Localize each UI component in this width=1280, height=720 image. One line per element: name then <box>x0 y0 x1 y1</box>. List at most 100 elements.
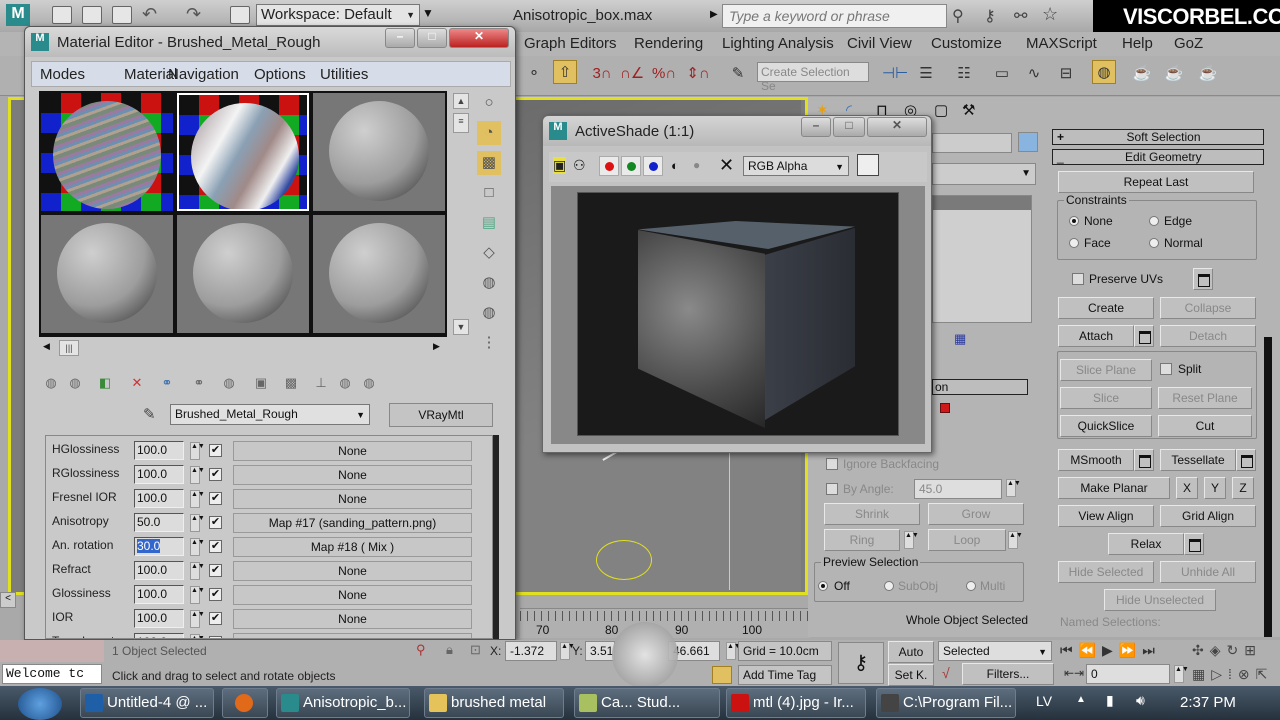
clear-icon[interactable]: ✕ <box>719 155 734 176</box>
save-file-icon[interactable] <box>112 6 132 24</box>
sample-type-sphere-icon[interactable]: ○ <box>477 91 501 115</box>
taskbar-item-vray[interactable]: C:\Program Fil... <box>876 688 1016 718</box>
sample-slot-1[interactable] <box>41 93 173 211</box>
selection-lock-icon[interactable]: 🔒︎ <box>446 642 453 658</box>
param-map-button[interactable]: None <box>233 609 472 629</box>
param-map-enable-checkbox[interactable]: ✔ <box>209 612 222 625</box>
object-color-swatch[interactable] <box>1018 132 1038 152</box>
slots-scroll-thumb[interactable]: ≡ <box>453 113 469 133</box>
isolate-selection-icon[interactable]: ⚲ <box>416 642 426 658</box>
slots-scroll-down-button[interactable]: ▼ <box>453 319 469 335</box>
render-production-icon[interactable]: ☕ <box>1196 62 1220 86</box>
parameters-scrollbar[interactable] <box>493 435 499 639</box>
undo-icon[interactable]: ↶ <box>142 4 157 25</box>
frame-spinner[interactable]: ▲▼ <box>1174 665 1189 683</box>
maximize-button[interactable]: □ <box>833 117 865 137</box>
param-value-input[interactable]: 100.0 <box>134 585 184 604</box>
param-value-input[interactable]: 50.0 <box>134 513 184 532</box>
minimize-button[interactable]: – <box>385 28 415 48</box>
alpha-channel-icon[interactable]: ● <box>693 158 700 172</box>
get-material-icon[interactable]: ◍ <box>41 373 61 393</box>
sample-slot-2-active[interactable] <box>177 93 309 211</box>
unhide-all-button[interactable]: Unhide All <box>1160 561 1256 583</box>
layer-manager-icon[interactable]: ☷ <box>952 62 976 86</box>
relax-settings-icon[interactable] <box>1184 533 1204 555</box>
slots-scroll-up-button[interactable]: ▲ <box>453 93 469 109</box>
set-key-button[interactable]: Set K. <box>888 664 934 686</box>
ring-button[interactable]: Ring <box>824 529 900 551</box>
snap-3d-icon[interactable]: 3∩ <box>590 62 614 86</box>
pick-material-eyedropper-icon[interactable]: ✎ <box>143 405 156 423</box>
param-map-enable-checkbox[interactable]: ✔ <box>209 444 222 457</box>
ignore-backfacing-checkbox[interactable] <box>826 458 838 470</box>
loop-spinner[interactable]: ▲▼ <box>1008 531 1023 549</box>
slots-hscroll-thumb[interactable]: ||| <box>59 340 79 356</box>
material-id-channel-icon[interactable]: ▣ <box>251 373 271 393</box>
param-map-button[interactable]: None <box>233 585 472 605</box>
maximize-button[interactable]: □ <box>417 28 447 48</box>
show-map-in-viewport-icon[interactable]: ▩ <box>281 373 301 393</box>
param-map-enable-checkbox[interactable]: ✔ <box>209 492 222 505</box>
menu-civil-view[interactable]: Civil View <box>847 35 912 52</box>
param-value-input[interactable]: 30.0 <box>134 537 184 556</box>
menu-options[interactable]: Options <box>254 66 306 83</box>
make-planar-z-button[interactable]: Z <box>1232 477 1254 499</box>
binoculars-icon[interactable]: ⚲ <box>952 6 964 26</box>
make-unique-icon[interactable]: ⚭ <box>189 373 209 393</box>
constraint-edge-radio[interactable] <box>1149 216 1159 226</box>
param-spinner[interactable]: ▲▼ <box>190 466 205 484</box>
mirror-icon[interactable]: ⊣⊢ <box>882 62 908 86</box>
render-setup-icon[interactable]: ☕ <box>1130 62 1154 86</box>
quickslice-button[interactable]: QuickSlice <box>1060 415 1152 437</box>
redo-icon[interactable]: ↷ <box>186 4 201 25</box>
playback-controls[interactable]: ⏮⏪▶⏩⏭ <box>1060 642 1161 659</box>
open-file-icon[interactable] <box>82 6 102 24</box>
key-mode-toggle-icon[interactable]: ⇤⇥ <box>1064 666 1084 680</box>
clone-frame-window-icon[interactable]: ⚇ <box>573 157 586 174</box>
material-name-dropdown[interactable]: Brushed_Metal_Rough ▼ <box>170 404 370 425</box>
rollout-selection[interactable]: on <box>932 379 1028 395</box>
slots-horizontal-scrollbar[interactable]: ◀ ||| ▶ <box>39 339 449 357</box>
tab-display-icon[interactable]: ▢ <box>934 101 948 119</box>
param-map-enable-checkbox[interactable]: ✔ <box>209 588 222 601</box>
param-spinner[interactable]: ▲▼ <box>190 586 205 604</box>
communication-icon[interactable]: ⚯ <box>1014 6 1027 26</box>
activeshade-title-bar[interactable]: M ActiveShade (1:1) – □ ✕ <box>543 116 931 146</box>
hide-unselected-button[interactable]: Hide Unselected <box>1104 589 1216 611</box>
scroll-left-icon[interactable]: ◀ <box>43 341 50 352</box>
search-input[interactable]: Type a keyword or phrase <box>722 4 947 28</box>
put-material-to-scene-icon[interactable]: ◍ <box>65 373 85 393</box>
param-value-input[interactable]: 100.0 <box>134 441 184 460</box>
view-align-button[interactable]: View Align <box>1058 505 1154 527</box>
go-to-parent-icon[interactable]: ◍ <box>335 373 355 393</box>
project-folder-icon[interactable] <box>230 6 250 24</box>
viewport-navigation-controls[interactable]: ✣◈↻⊞ <box>1192 642 1262 659</box>
display-channel-dropdown[interactable]: RGB Alpha ▼ <box>743 156 849 176</box>
param-value-input[interactable]: 100.0 <box>134 609 184 628</box>
show-end-result-icon[interactable]: ⊥ <box>311 373 331 393</box>
reset-map-icon[interactable]: ✕ <box>127 373 147 393</box>
cut-button[interactable]: Cut <box>1158 415 1252 437</box>
save-image-icon[interactable]: ▣ <box>553 157 567 174</box>
rendered-image[interactable] <box>577 192 899 436</box>
pixel-color-swatch[interactable] <box>857 154 879 176</box>
curve-editor-icon[interactable]: ∿ <box>1022 62 1046 86</box>
current-frame-input[interactable]: 0 <box>1086 664 1170 684</box>
sample-slot-6[interactable] <box>313 215 445 333</box>
tessellate-button[interactable]: Tessellate <box>1160 449 1236 471</box>
make-material-copy-icon[interactable]: ⚭ <box>157 373 177 393</box>
taskbar-item-photoshop[interactable]: Untitled-4 @ ... <box>80 688 214 718</box>
viewport-navigation-controls-2[interactable]: ▦▷⁞⊗⇱ <box>1192 666 1273 683</box>
by-angle-spinner[interactable]: ▲▼ <box>1006 479 1021 497</box>
param-spinner[interactable]: ▲▼ <box>190 442 205 460</box>
make-planar-button[interactable]: Make Planar <box>1058 477 1170 499</box>
new-file-icon[interactable] <box>52 6 72 24</box>
spinner-snap-icon[interactable]: ⇕∩ <box>686 62 710 86</box>
attach-settings-icon[interactable] <box>1134 325 1154 347</box>
ring-spinner[interactable]: ▲▼ <box>904 531 919 549</box>
go-forward-to-sibling-icon[interactable]: ◍ <box>359 373 379 393</box>
create-button[interactable]: Create <box>1058 297 1154 319</box>
param-map-button[interactable]: None <box>233 633 472 638</box>
close-button[interactable]: ✕ <box>867 117 927 137</box>
sample-uv-tiling-icon[interactable]: □ <box>477 181 501 205</box>
